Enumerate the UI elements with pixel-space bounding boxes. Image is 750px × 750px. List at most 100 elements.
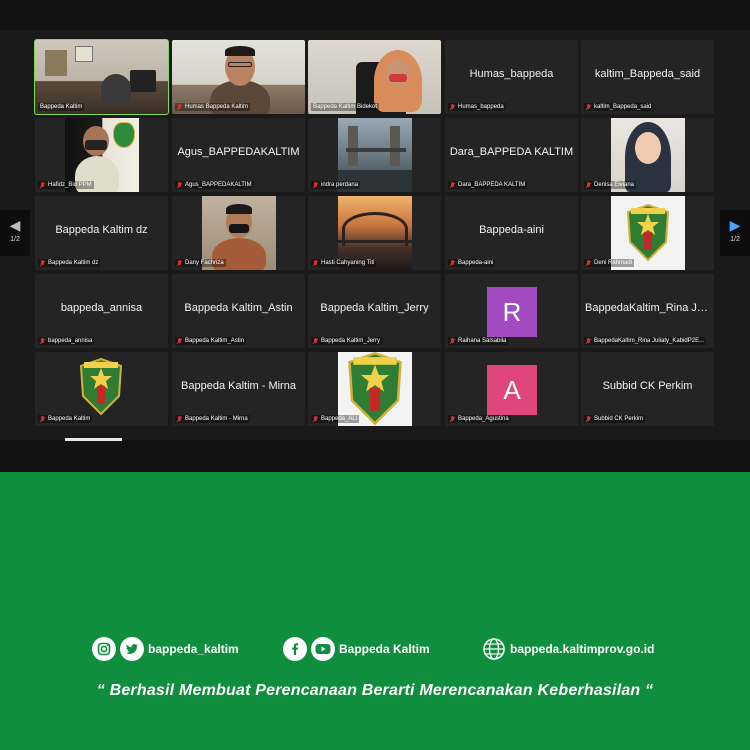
participant-name-label: BappedaKaltim_Rina Juliaty_KabidP2E... <box>584 337 707 345</box>
participant-tile[interactable]: Bappeda_ALI <box>308 352 441 426</box>
participant-tile[interactable]: Hasti Cahyaning Titi <box>308 196 441 270</box>
page-label-left: 1/2 <box>10 236 20 243</box>
participant-tile[interactable]: Denisa Elviana <box>581 118 714 192</box>
participant-name-label: Bappeda Kaltim <box>38 103 85 111</box>
tagline: “ Berhasil Membuat Perencanaan Berarti M… <box>96 682 654 699</box>
microphone-muted-icon <box>450 259 455 267</box>
participant-name-label: Bappeda Kaltim <box>38 415 93 423</box>
participant-name-label: Deni Rahmadi <box>584 259 635 267</box>
participant-avatar: R <box>487 287 537 337</box>
chevron-right-icon: ▶ <box>729 217 741 233</box>
participant-tile[interactable]: bappeda_annisa bappeda_annisa <box>35 274 168 348</box>
participant-name-label: Bappeda Kaltim Bidekot <box>311 103 380 111</box>
participant-display-name: Dara_BAPPEDA KALTIM <box>449 146 574 158</box>
microphone-muted-icon <box>450 415 455 423</box>
page-label-right: 1/2 <box>730 236 740 243</box>
participant-display-name: BappedaKaltim_Rina Jul... <box>585 302 714 314</box>
youtube-icon[interactable] <box>311 637 335 661</box>
participant-name-label: Bappeda_Agustina <box>448 415 511 423</box>
facebook-icon[interactable] <box>283 637 307 661</box>
twitter-icon[interactable] <box>120 637 144 661</box>
microphone-muted-icon <box>586 181 591 189</box>
participant-name-label: bappeda_annisa <box>38 337 95 345</box>
microphone-muted-icon <box>177 259 182 267</box>
participant-tile[interactable]: Bappeda-aini Bappeda-aini <box>445 196 578 270</box>
participant-tile[interactable]: R Raihana Salsabila <box>445 274 578 348</box>
participant-display-name: Subbid CK Perkim <box>602 380 693 392</box>
microphone-muted-icon <box>313 337 318 345</box>
participant-tile[interactable]: BappedaKaltim_Rina Jul... BappedaKaltim_… <box>581 274 714 348</box>
microphone-muted-icon <box>40 415 45 423</box>
microphone-muted-icon <box>177 103 182 111</box>
participant-display-name: Bappeda Kaltim - Mirna <box>181 380 296 392</box>
participant-display-name: Bappeda Kaltim_Astin <box>184 302 293 314</box>
participant-display-name: Bappeda-aini <box>479 224 544 236</box>
participant-tile[interactable]: Dara_BAPPEDA KALTIM Dara_BAPPEDA KALTIM <box>445 118 578 192</box>
kaltim-emblem-icon <box>79 358 123 416</box>
page-indicator <box>65 438 122 441</box>
microphone-muted-icon <box>40 259 45 267</box>
microphone-muted-icon <box>40 181 45 189</box>
microphone-muted-icon <box>450 337 455 345</box>
participant-name-label: indra perdana <box>311 181 361 189</box>
kaltim-emblem-icon <box>626 203 670 262</box>
previous-page-button[interactable]: ◀ 1/2 <box>0 210 30 256</box>
participant-tile[interactable]: Agus_BAPPEDAKALTIM Agus_BAPPEDAKALTIM <box>172 118 305 192</box>
microphone-muted-icon <box>313 259 318 267</box>
participant-tile[interactable]: A Bappeda_Agustina <box>445 352 578 426</box>
participant-tile[interactable]: Deni Rahmadi <box>581 196 714 270</box>
participant-tile[interactable]: Bappeda Kaltim dz Bappeda Kaltim dz <box>35 196 168 270</box>
participant-display-name: Bappeda Kaltim_Jerry <box>320 302 429 314</box>
participant-tile[interactable]: Humas_bappeda Humas_bappeda <box>445 40 578 114</box>
participant-name-label: Humas_bappeda <box>448 103 506 111</box>
microphone-muted-icon <box>586 103 591 111</box>
participant-name-label: Bappeda Kaltim_Astin <box>175 337 247 345</box>
microphone-muted-icon <box>450 103 455 111</box>
microphone-muted-icon <box>313 415 318 423</box>
participant-name-label: Hafidz_Bid PPM <box>38 181 94 189</box>
social-group-1: bappeda_kaltim <box>92 636 239 662</box>
participant-tile[interactable]: Bappeda Kaltim <box>35 352 168 426</box>
participant-tile[interactable]: Bappeda Kaltim <box>34 39 169 115</box>
participant-tile[interactable]: Humas Bappeda Kaltim <box>172 40 305 114</box>
participant-name-label: Denisa Elviana <box>584 181 637 189</box>
microphone-muted-icon <box>586 259 591 267</box>
top-bar <box>0 0 750 30</box>
participant-display-name: kaltim_Bappeda_said <box>594 68 701 80</box>
participant-tile[interactable]: Bappeda Kaltim Bidekot <box>308 40 441 114</box>
participant-tile[interactable]: kaltim_Bappeda_said kaltim_Bappeda_said <box>581 40 714 114</box>
participant-display-name: Agus_BAPPEDAKALTIM <box>177 146 300 158</box>
microphone-muted-icon <box>313 181 318 189</box>
social-group-2: Bappeda Kaltim <box>283 636 430 662</box>
participant-name-label: Bappeda Kaltim dz <box>38 259 101 267</box>
participant-tile[interactable]: Hafidz_Bid PPM <box>35 118 168 192</box>
participant-tile[interactable]: Bappeda Kaltim_Jerry Bappeda Kaltim_Jerr… <box>308 274 441 348</box>
globe-icon <box>482 637 506 661</box>
participant-tile[interactable]: Bappeda Kaltim - Mirna Bappeda Kaltim - … <box>172 352 305 426</box>
microphone-muted-icon <box>177 337 182 345</box>
microphone-muted-icon <box>40 337 45 345</box>
participant-name-label: Humas Bappeda Kaltim <box>175 103 251 111</box>
website-link[interactable]: bappeda.kaltimprov.go.id <box>510 642 654 656</box>
participant-name-label: Bappeda_ALI <box>311 415 360 423</box>
participant-name-label: Agus_BAPPEDAKALTIM <box>175 181 254 189</box>
participant-display-name: bappeda_annisa <box>60 302 143 314</box>
microphone-muted-icon <box>177 415 182 423</box>
zoom-gallery-view: ◀ 1/2 ▶ 1/2 Bappeda Kaltim Humas Bappeda <box>0 0 750 472</box>
social-handle-1[interactable]: bappeda_kaltim <box>148 642 239 656</box>
website-group: bappeda.kaltimprov.go.id <box>482 636 654 662</box>
participant-name-label: Dany Fachriza <box>175 259 226 267</box>
chevron-left-icon: ◀ <box>9 217 21 233</box>
participant-tile[interactable]: Subbid CK Perkim Subbid CK Perkim <box>581 352 714 426</box>
next-page-button[interactable]: ▶ 1/2 <box>720 210 750 256</box>
participant-tile[interactable]: indra perdana <box>308 118 441 192</box>
participant-avatar: A <box>487 365 537 415</box>
participant-name-label: Dara_BAPPEDA KALTIM <box>448 181 528 189</box>
participant-name-label: Bappeda-aini <box>448 259 496 267</box>
participant-name-label: Hasti Cahyaning Titi <box>311 259 377 267</box>
participant-tile[interactable]: Dany Fachriza <box>172 196 305 270</box>
social-handle-2[interactable]: Bappeda Kaltim <box>339 642 430 656</box>
instagram-icon[interactable] <box>92 637 116 661</box>
participant-display-name: Bappeda Kaltim dz <box>55 224 148 236</box>
participant-tile[interactable]: Bappeda Kaltim_Astin Bappeda Kaltim_Asti… <box>172 274 305 348</box>
